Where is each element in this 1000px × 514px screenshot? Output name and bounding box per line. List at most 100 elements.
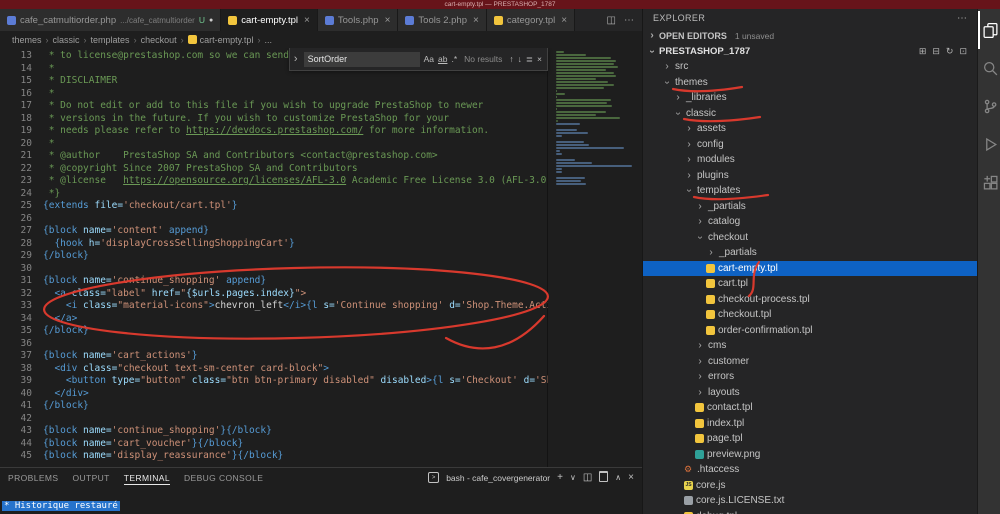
find-in-selection-icon[interactable]: ≣ xyxy=(526,53,533,66)
toggle-replace-icon[interactable]: › xyxy=(292,53,300,66)
panel-tab-debug-console[interactable]: DEBUG CONSOLE xyxy=(184,471,263,485)
terminal-session-label[interactable]: bash - cafe_covergenerator xyxy=(446,473,550,483)
file-cart-empty.tpl[interactable]: cart-empty.tpl xyxy=(643,261,977,277)
panel-tab-terminal[interactable]: TERMINAL xyxy=(124,471,170,485)
chevron-right-icon: › xyxy=(84,35,87,45)
kill-terminal-icon[interactable] xyxy=(599,471,608,485)
whole-word-icon[interactable]: ab xyxy=(438,53,447,66)
tab-cafe_catmultiorder.php[interactable]: cafe_catmultiorder.php.../cafe_catmultio… xyxy=(0,9,221,31)
file-checkout.tpl[interactable]: checkout.tpl xyxy=(643,307,977,323)
file-preview.png[interactable]: preview.png xyxy=(643,447,977,463)
file-page.tpl[interactable]: page.tpl xyxy=(643,431,977,447)
collapse-folders-icon[interactable]: ⊡ xyxy=(959,46,967,57)
minimap-line xyxy=(556,78,596,80)
source-control-icon[interactable] xyxy=(978,87,1000,125)
close-tab-icon[interactable]: × xyxy=(385,15,391,26)
chevron-right-icon: › xyxy=(647,30,657,41)
tpl-file-icon xyxy=(706,310,715,319)
file-debug.tpl[interactable]: debug.tpl xyxy=(643,509,977,514)
folder-plugins[interactable]: ›plugins xyxy=(643,168,977,184)
search-icon[interactable] xyxy=(978,49,1000,87)
folder-assets[interactable]: ›assets xyxy=(643,121,977,137)
folder-checkout[interactable]: ›checkout xyxy=(643,230,977,246)
minimap-line xyxy=(556,168,562,170)
tab-Tools 2.php[interactable]: Tools 2.php × xyxy=(398,9,486,31)
new-folder-icon[interactable]: ⊟ xyxy=(932,46,940,57)
refresh-explorer-icon[interactable]: ↻ xyxy=(946,46,954,57)
match-case-icon[interactable]: Aa xyxy=(424,53,434,66)
explorer-more-icon[interactable]: ⋯ xyxy=(957,13,967,24)
split-terminal-icon[interactable]: ◫ xyxy=(583,472,592,483)
terminal[interactable]: * Historique restauré xyxy=(0,487,642,514)
line-number: 17 xyxy=(0,100,32,113)
terminal-dropdown-icon[interactable]: ∨ xyxy=(570,473,576,482)
folder-cms[interactable]: ›cms xyxy=(643,338,977,354)
folder-classic[interactable]: ›classic xyxy=(643,106,977,122)
folder-_libraries[interactable]: ›_libraries xyxy=(643,90,977,106)
line-number: 34 xyxy=(0,313,32,326)
close-panel-icon[interactable]: × xyxy=(628,472,634,483)
file-cart.tpl[interactable]: cart.tpl xyxy=(643,276,977,292)
tab-Tools.php[interactable]: Tools.php× xyxy=(318,9,399,31)
prev-match-icon[interactable]: ↑ xyxy=(509,53,513,66)
panel-tab-problems[interactable]: PROBLEMS xyxy=(8,471,58,485)
folder-catalog[interactable]: ›catalog xyxy=(643,214,977,230)
find-input[interactable] xyxy=(304,52,420,67)
breadcrumb-item[interactable]: classic xyxy=(53,35,80,45)
close-tab-icon[interactable]: × xyxy=(304,15,310,26)
main-layout: cafe_catmultiorder.php.../cafe_catmultio… xyxy=(0,9,1000,514)
run-debug-icon[interactable] xyxy=(978,125,1000,163)
file-order-confirmation.tpl[interactable]: order-confirmation.tpl xyxy=(643,323,977,339)
workspace-root[interactable]: › PRESTASHOP_1787 ⊞ ⊟ ↻ ⊡ xyxy=(643,44,977,59)
folder-errors[interactable]: ›errors xyxy=(643,369,977,385)
file-contact.tpl[interactable]: contact.tpl xyxy=(643,400,977,416)
chevron-right-icon: › xyxy=(695,371,705,382)
folder-src[interactable]: ›src xyxy=(643,59,977,75)
close-tab-icon[interactable]: × xyxy=(561,15,567,26)
extensions-icon[interactable] xyxy=(978,163,1000,201)
tpl-file-icon xyxy=(706,326,715,335)
minimap-line xyxy=(556,144,589,146)
breadcrumb-item[interactable]: checkout xyxy=(141,35,177,45)
tab-category.tpl[interactable]: category.tpl× xyxy=(487,9,575,31)
close-find-icon[interactable]: × xyxy=(537,53,542,66)
panel-tab-output[interactable]: OUTPUT xyxy=(72,471,109,485)
line-number: 43 xyxy=(0,425,32,438)
file-.htaccess[interactable]: ⚙.htaccess xyxy=(643,462,977,478)
regex-icon[interactable]: .* xyxy=(451,53,457,66)
more-actions-icon[interactable]: ⋯ xyxy=(624,15,634,26)
minimap-line xyxy=(556,96,557,98)
folder-customer[interactable]: ›customer xyxy=(643,354,977,370)
breadcrumb-item[interactable]: ... xyxy=(264,35,272,45)
tab-label: Tools 2.php xyxy=(418,15,467,26)
folder-_partials[interactable]: ›_partials xyxy=(643,199,977,215)
file-core.js[interactable]: JScore.js xyxy=(643,478,977,494)
find-widget: › Aa ab .* No results ↑ ↓ ≣ × xyxy=(289,48,548,71)
breadcrumb-item[interactable]: templates xyxy=(91,35,130,45)
folder-themes[interactable]: ›themes xyxy=(643,75,977,91)
open-editors-section[interactable]: › OPEN EDITORS 1 unsaved xyxy=(643,27,977,44)
title-bar: cart-empty.tpl — PRESTASHOP_1787 xyxy=(0,0,1000,9)
file-core.js.LICENSE.txt[interactable]: core.js.LICENSE.txt xyxy=(643,493,977,509)
new-terminal-icon[interactable]: + xyxy=(557,472,563,483)
file-checkout-process.tpl[interactable]: checkout-process.tpl xyxy=(643,292,977,308)
line-number: 26 xyxy=(0,213,32,226)
tab-cart-empty.tpl[interactable]: cart-empty.tpl× xyxy=(221,9,318,31)
breadcrumb-item[interactable]: cart-empty.tpl xyxy=(188,35,254,45)
next-match-icon[interactable]: ↓ xyxy=(518,53,522,66)
split-editor-icon[interactable]: ◫ xyxy=(607,15,616,26)
folder-_partials[interactable]: ›_partials xyxy=(643,245,977,261)
folder-modules[interactable]: ›modules xyxy=(643,152,977,168)
new-file-icon[interactable]: ⊞ xyxy=(919,46,927,57)
folder-layouts[interactable]: ›layouts xyxy=(643,385,977,401)
code-editor[interactable]: 1314151617181920212223242526272829303132… xyxy=(0,48,642,467)
chevron-right-icon: › xyxy=(684,154,694,165)
file-index.tpl[interactable]: index.tpl xyxy=(643,416,977,432)
maximize-panel-icon[interactable]: ∧ xyxy=(615,473,621,482)
folder-templates[interactable]: ›templates xyxy=(643,183,977,199)
explorer-icon[interactable] xyxy=(978,11,1000,49)
folder-config[interactable]: ›config xyxy=(643,137,977,153)
breadcrumb-item[interactable]: themes xyxy=(12,35,42,45)
minimap[interactable] xyxy=(548,48,642,467)
close-tab-icon[interactable]: × xyxy=(473,15,479,26)
